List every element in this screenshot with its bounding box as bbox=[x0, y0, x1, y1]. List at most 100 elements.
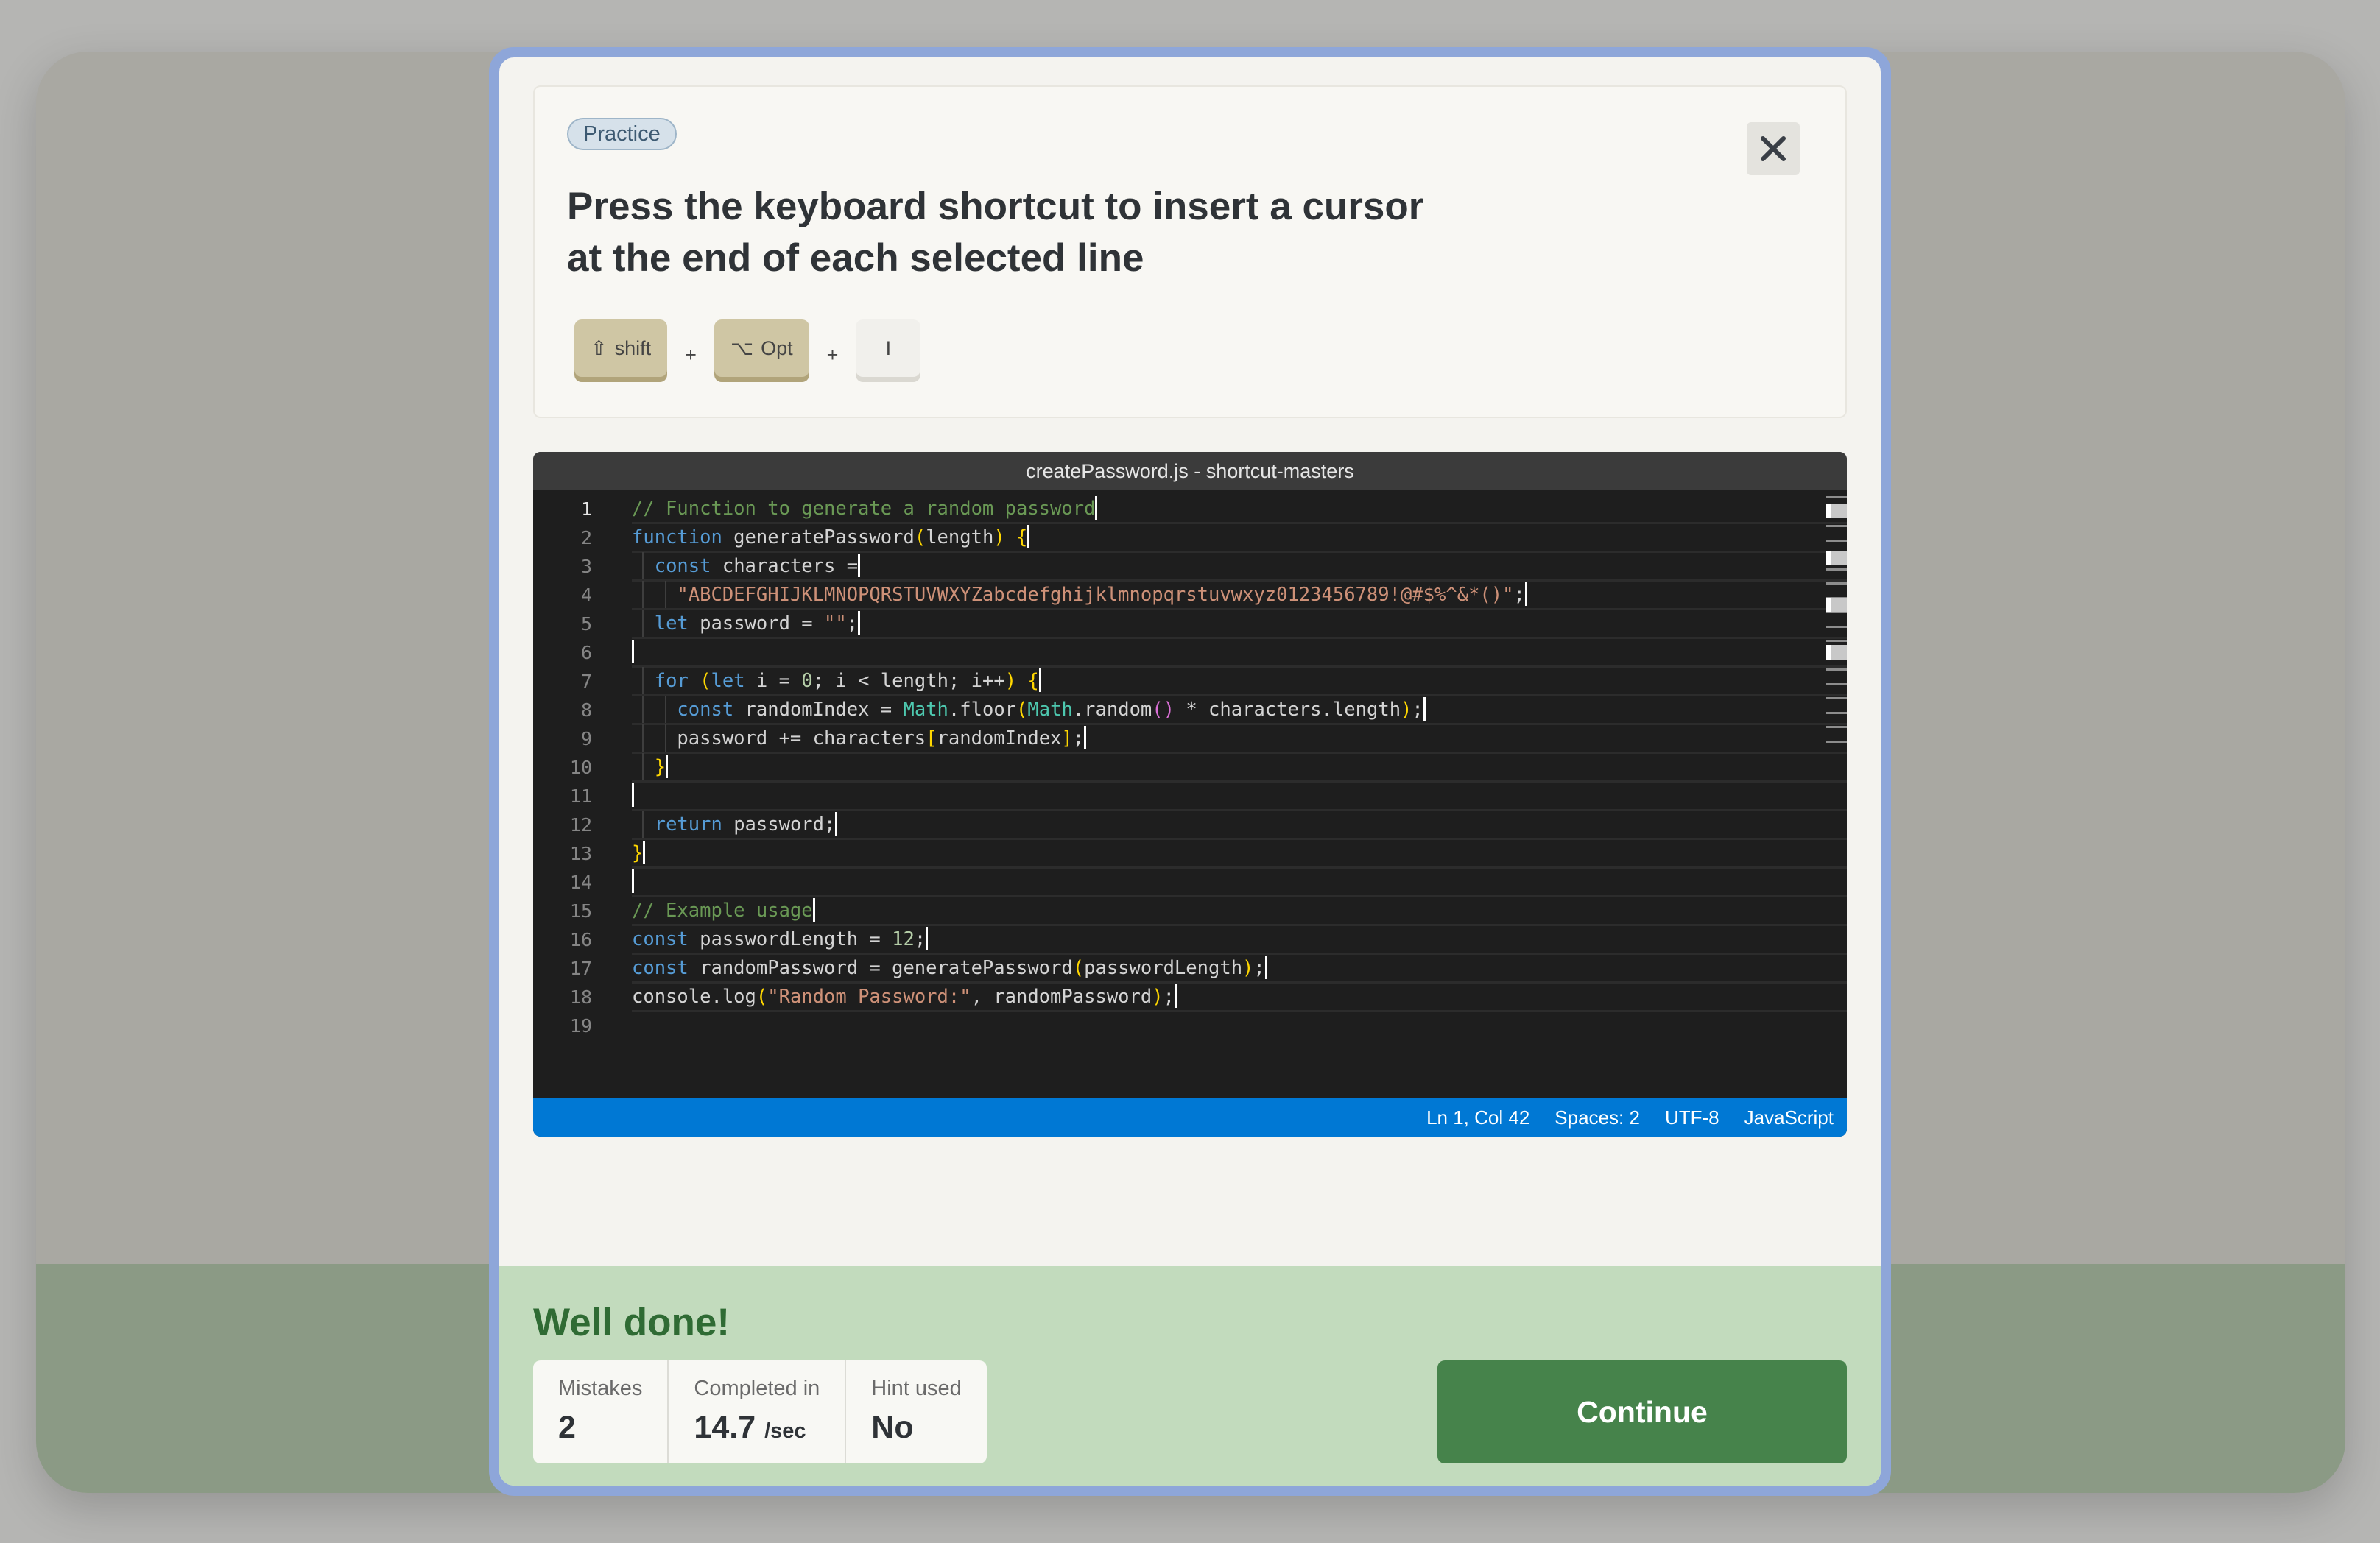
stat-value: No bbox=[871, 1410, 962, 1446]
cursor-caret bbox=[632, 640, 634, 663]
code-line[interactable]: 3 const characters = bbox=[533, 552, 1847, 581]
code-line[interactable]: 2 function generatePassword(length) { bbox=[533, 523, 1847, 552]
minimap-line bbox=[1826, 740, 1847, 743]
key-plus: + bbox=[826, 343, 839, 366]
key-option: ⌥ Opt bbox=[714, 319, 809, 377]
practice-badge: Practice bbox=[567, 118, 677, 150]
minimap-line bbox=[1826, 668, 1847, 671]
code-line[interactable]: 14 bbox=[533, 868, 1847, 897]
code-line[interactable]: 18 console.log("Random Password:", random… bbox=[533, 983, 1847, 1011]
minimap-line bbox=[1826, 682, 1847, 685]
code-text: for (let i = 0; i < length; i++) { bbox=[632, 667, 1041, 696]
result-stats: Mistakes 2 Completed in 14.7 /sec Hint u… bbox=[533, 1360, 987, 1463]
stat-label: Mistakes bbox=[558, 1377, 643, 1400]
stat-number: 2 bbox=[558, 1410, 576, 1445]
code-line[interactable]: 13} bbox=[533, 839, 1847, 868]
code-line[interactable]: 4 "ABCDEFGHIJKLMNOPQRSTUVWXYZabcdefghijk… bbox=[533, 581, 1847, 610]
code-line[interactable]: 1 // Function to generate a random passwo… bbox=[533, 495, 1847, 523]
continue-button[interactable]: Continue bbox=[1437, 1360, 1847, 1463]
key-label: I bbox=[885, 336, 892, 359]
code-text: password += characters[randomIndex]; bbox=[632, 724, 1087, 753]
cursor-caret bbox=[1423, 697, 1426, 721]
minimap-line bbox=[1826, 697, 1847, 699]
code-text: // Function to generate a random passwor… bbox=[632, 495, 1098, 523]
key-label: Opt bbox=[761, 336, 793, 359]
line-number: 9 bbox=[580, 728, 592, 749]
minimap-line bbox=[1826, 640, 1847, 642]
line-number: 1 bbox=[580, 498, 592, 520]
status-encoding[interactable]: UTF-8 bbox=[1665, 1106, 1719, 1129]
code-line[interactable]: 16 const passwordLength = 12; bbox=[533, 925, 1847, 954]
cursor-caret bbox=[835, 812, 838, 836]
cursor-caret bbox=[1174, 984, 1177, 1008]
result-panel: Well done! Mistakes 2 Completed in 14.7 … bbox=[499, 1266, 1881, 1486]
stat-label: Completed in bbox=[694, 1377, 820, 1400]
status-cursor-position[interactable]: Ln 1, Col 42 bbox=[1426, 1106, 1529, 1129]
code-text: const randomIndex = Math.floor(Math.rand… bbox=[632, 696, 1426, 724]
code-line[interactable]: 5 let password = ""; bbox=[533, 610, 1847, 638]
code-line[interactable]: 6 bbox=[533, 638, 1847, 667]
line-number: 11 bbox=[569, 785, 592, 807]
line-number: 7 bbox=[580, 671, 592, 692]
minimap-line bbox=[1826, 726, 1847, 728]
cursor-caret bbox=[666, 755, 669, 778]
line-number: 18 bbox=[569, 986, 592, 1008]
line-number: 19 bbox=[569, 1015, 592, 1037]
key-plus: + bbox=[685, 343, 697, 366]
cursor-caret bbox=[1264, 956, 1267, 979]
result-title: Well done! bbox=[533, 1301, 730, 1344]
stat-value: 14.7 /sec bbox=[694, 1410, 820, 1446]
minimap-cursor-marker bbox=[1826, 551, 1847, 565]
code-line[interactable]: 9 password += characters[randomIndex]; bbox=[533, 724, 1847, 753]
editor-minimap[interactable] bbox=[1826, 490, 1847, 1098]
stat-value: 2 bbox=[558, 1410, 642, 1446]
code-text: const passwordLength = 12; bbox=[632, 925, 929, 954]
code-editor[interactable]: createPassword.js - shortcut-masters 1 //… bbox=[533, 452, 1847, 1137]
stat-hint-used: Hint used No bbox=[846, 1360, 987, 1463]
key-label: shift bbox=[614, 336, 652, 359]
stat-number: 14.7 bbox=[694, 1410, 756, 1445]
key-i: I bbox=[856, 319, 921, 377]
cursor-caret bbox=[1038, 668, 1041, 692]
code-text: "ABCDEFGHIJKLMNOPQRSTUVWXYZabcdefghijklm… bbox=[632, 581, 1527, 610]
line-number: 17 bbox=[569, 958, 592, 979]
line-number: 4 bbox=[580, 585, 592, 606]
code-text: return password; bbox=[632, 811, 838, 839]
code-text: } bbox=[632, 753, 669, 782]
minimap-line bbox=[1826, 496, 1847, 498]
cursor-caret bbox=[632, 869, 634, 893]
minimap-line bbox=[1826, 568, 1847, 571]
close-button[interactable] bbox=[1747, 122, 1800, 175]
cursor-caret bbox=[858, 554, 861, 577]
line-number: 14 bbox=[569, 872, 592, 893]
line-number: 6 bbox=[580, 642, 592, 663]
code-line[interactable]: 19 bbox=[533, 1011, 1847, 1040]
cursor-caret bbox=[1027, 525, 1030, 548]
code-line[interactable]: 11 bbox=[533, 782, 1847, 811]
line-number: 12 bbox=[569, 814, 592, 836]
code-line[interactable]: 8 const randomIndex = Math.floor(Math.ra… bbox=[533, 696, 1847, 724]
code-text bbox=[632, 782, 634, 811]
code-line[interactable]: 7 for (let i = 0; i < length; i++) { bbox=[533, 667, 1847, 696]
shortcut-keys: ⇧ shift + ⌥ Opt + I bbox=[574, 319, 921, 377]
cursor-caret bbox=[632, 783, 634, 807]
cursor-caret bbox=[926, 927, 929, 950]
cursor-caret bbox=[858, 611, 861, 635]
code-text bbox=[632, 638, 634, 667]
status-language[interactable]: JavaScript bbox=[1744, 1106, 1834, 1129]
code-area[interactable]: 1 // Function to generate a random passwo… bbox=[533, 490, 1847, 1098]
minimap-line bbox=[1826, 525, 1847, 527]
stat-mistakes: Mistakes 2 bbox=[533, 1360, 669, 1463]
code-line[interactable]: 17 const randomPassword = generatePasswor… bbox=[533, 954, 1847, 983]
code-line[interactable]: 15 // Example usage bbox=[533, 897, 1847, 925]
code-text: const randomPassword = generatePassword(… bbox=[632, 954, 1267, 983]
code-line[interactable]: 12 return password; bbox=[533, 811, 1847, 839]
cursor-caret bbox=[643, 841, 646, 864]
code-text: let password = ""; bbox=[632, 610, 861, 638]
status-indentation[interactable]: Spaces: 2 bbox=[1555, 1106, 1640, 1129]
minimap-line bbox=[1826, 625, 1847, 628]
editor-status-bar: Ln 1, Col 42 Spaces: 2 UTF-8 JavaScript bbox=[533, 1098, 1847, 1137]
line-number: 3 bbox=[580, 556, 592, 577]
code-line[interactable]: 10 } bbox=[533, 753, 1847, 782]
minimap-cursor-marker bbox=[1826, 598, 1847, 612]
